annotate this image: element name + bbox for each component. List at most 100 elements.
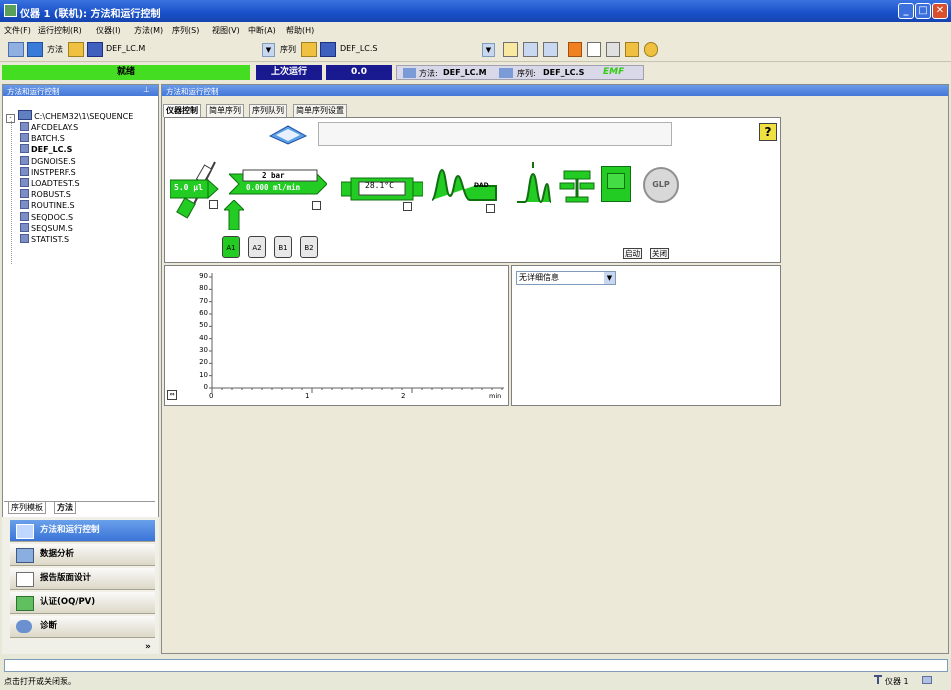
verification-icon [16,596,34,611]
data-analysis-icon [16,548,34,563]
tree-item-label: DGNOISE.S [31,156,76,166]
nav-report-layout[interactable]: 报告版面设计 [10,568,155,590]
glp-icon[interactable]: GLP [643,167,679,203]
tree-item-label: LOADTEST.S [31,179,80,188]
status-strip: 就绪 上次运行 0.0 方法: DEF_LC.M 序列: DEF_LC.S EM… [0,63,951,83]
tree-item[interactable]: SEQSUM.S [20,222,73,235]
instrument-icon[interactable] [8,42,24,57]
tree-item[interactable]: ROUTINE.S [20,200,75,212]
close-instrument-button[interactable]: 关闭 [650,248,669,259]
method-book-icon[interactable] [268,122,308,146]
method-dropdown[interactable]: ▼ [262,43,275,57]
tab-sequence-queue[interactable]: 序列队列 [249,104,287,117]
bottle-b2[interactable]: B2 [300,236,318,258]
start-button[interactable]: 启动 [623,248,642,259]
tree-item[interactable]: STATIST.S [20,234,69,246]
print-icon[interactable] [606,42,620,57]
start-single-run-icon[interactable] [503,42,518,57]
chevron-down-icon: ▼ [483,44,494,56]
save-sequence-icon[interactable] [320,42,336,57]
menu-help[interactable]: 帮助(H) [286,25,314,36]
detector-detail-icon[interactable] [486,204,495,213]
minimize-button[interactable]: _ [898,3,914,19]
menu-sequence[interactable]: 序列(S) [172,25,199,36]
tree-item[interactable]: DGNOISE.S [20,155,76,168]
strip-method-value: DEF_LC.M [443,68,487,77]
stop-icon[interactable] [568,42,582,57]
monitor-icon [922,676,932,684]
nav-data-analysis[interactable]: 数据分析 [10,544,155,566]
hand-icon[interactable] [644,42,658,57]
dad-detector-icon[interactable] [430,166,500,202]
nav-method-run-control[interactable]: 方法和运行控制 [10,520,155,542]
bottle-b1[interactable]: B1 [274,236,292,258]
help-button[interactable]: ? [759,123,777,141]
tree-root[interactable]: - C:\CHEM32\1\SEQUENCE [6,110,156,123]
nav-diagnosis[interactable]: 诊断 [10,616,155,638]
method-view-icon[interactable] [27,42,43,57]
sequence-file: DEF_LC.S [340,44,378,53]
diagnosis-icon [16,620,32,633]
sequence-file-icon [20,178,29,187]
tree-item[interactable]: ROBUST.S [20,189,71,201]
status-bar-instrument: 仪器 1 [885,677,909,686]
tab-simple-sequence[interactable]: 简单序列 [206,104,244,117]
y-tick-label: 10 [199,370,208,379]
column-detail-icon[interactable] [403,202,412,211]
tree-item-label: BATCH.S [31,134,65,144]
nav-verification[interactable]: 认证(OQ/PV) [10,592,155,614]
nav-expand-chevron[interactable]: » [145,642,151,652]
tab-templates[interactable]: 序列模板 [8,502,46,514]
sequence-dropdown[interactable]: ▼ [482,43,495,57]
sequence-file-icon [20,166,29,176]
tree-item[interactable]: BATCH.S [20,133,65,145]
menu-abort[interactable]: 中断(A) [248,25,276,36]
tab-instrument-control[interactable]: 仪器控制 [163,104,201,117]
method-info-box [318,122,672,146]
plot-zoom-icon[interactable]: ⇔ [167,390,177,400]
document-icon[interactable] [587,42,601,57]
tree-line [11,121,12,264]
last-run-value: 0.0 [326,65,392,80]
menu-instrument[interactable]: 仪器(I) [96,25,121,36]
chromatogram-icon[interactable] [515,160,553,204]
detail-info-dropdown[interactable]: 无详细信息 ▼ [516,271,616,285]
sequence-file-icon [20,234,29,243]
tree-item[interactable]: DEF_LC.S [20,144,72,156]
strip-method-label: 方法: [419,69,438,78]
command-line-input[interactable] [4,659,948,672]
open-method-icon[interactable] [68,42,84,57]
maximize-button[interactable]: □ [915,3,931,19]
module-icon[interactable] [601,166,631,202]
menu-file[interactable]: 文件(F) [4,25,31,36]
tree-item[interactable]: SEQDOC.S [20,211,73,224]
save-method-icon[interactable] [87,42,103,57]
tree-item[interactable]: LOADTEST.S [20,178,80,190]
pump-detail-icon[interactable] [312,201,321,210]
open-sequence-icon[interactable] [301,42,317,57]
bottle-a2[interactable]: A2 [248,236,266,258]
menu-run-control[interactable]: 运行控制(R) [38,25,82,36]
pin-icon[interactable]: ⊥ [143,85,150,94]
injection-volume: 5.0 µl [174,183,203,192]
tab-methods[interactable]: 方法 [54,502,76,514]
queue-icon[interactable] [543,42,558,57]
autosampler-detail-icon[interactable] [209,200,218,209]
menu-view[interactable]: 视图(V) [212,25,240,36]
menu-method[interactable]: 方法(M) [134,25,163,36]
tree-item-label: ROBUST.S [31,190,71,200]
left-panel-title: 方法和运行控制 [7,87,60,96]
edit-icon[interactable] [625,42,639,57]
tab-simple-sequence-settings[interactable]: 简单序列设置 [293,104,347,117]
tree-item[interactable]: AFCDELAY.S [20,122,78,134]
tree-item[interactable]: INSTPERF.S [20,166,76,179]
tree-item-label: ROUTINE.S [31,201,75,211]
info-panel [511,265,781,406]
status-bar-text: 点击打开或关闭泵。 [4,677,76,686]
close-button[interactable]: ✕ [932,3,948,19]
autosampler-icon[interactable] [169,156,225,234]
start-sequence-icon[interactable] [523,42,538,57]
y-tick-label: 30 [199,346,208,354]
balance-icon[interactable] [558,167,596,203]
bottle-a1[interactable]: A1 [222,236,240,258]
